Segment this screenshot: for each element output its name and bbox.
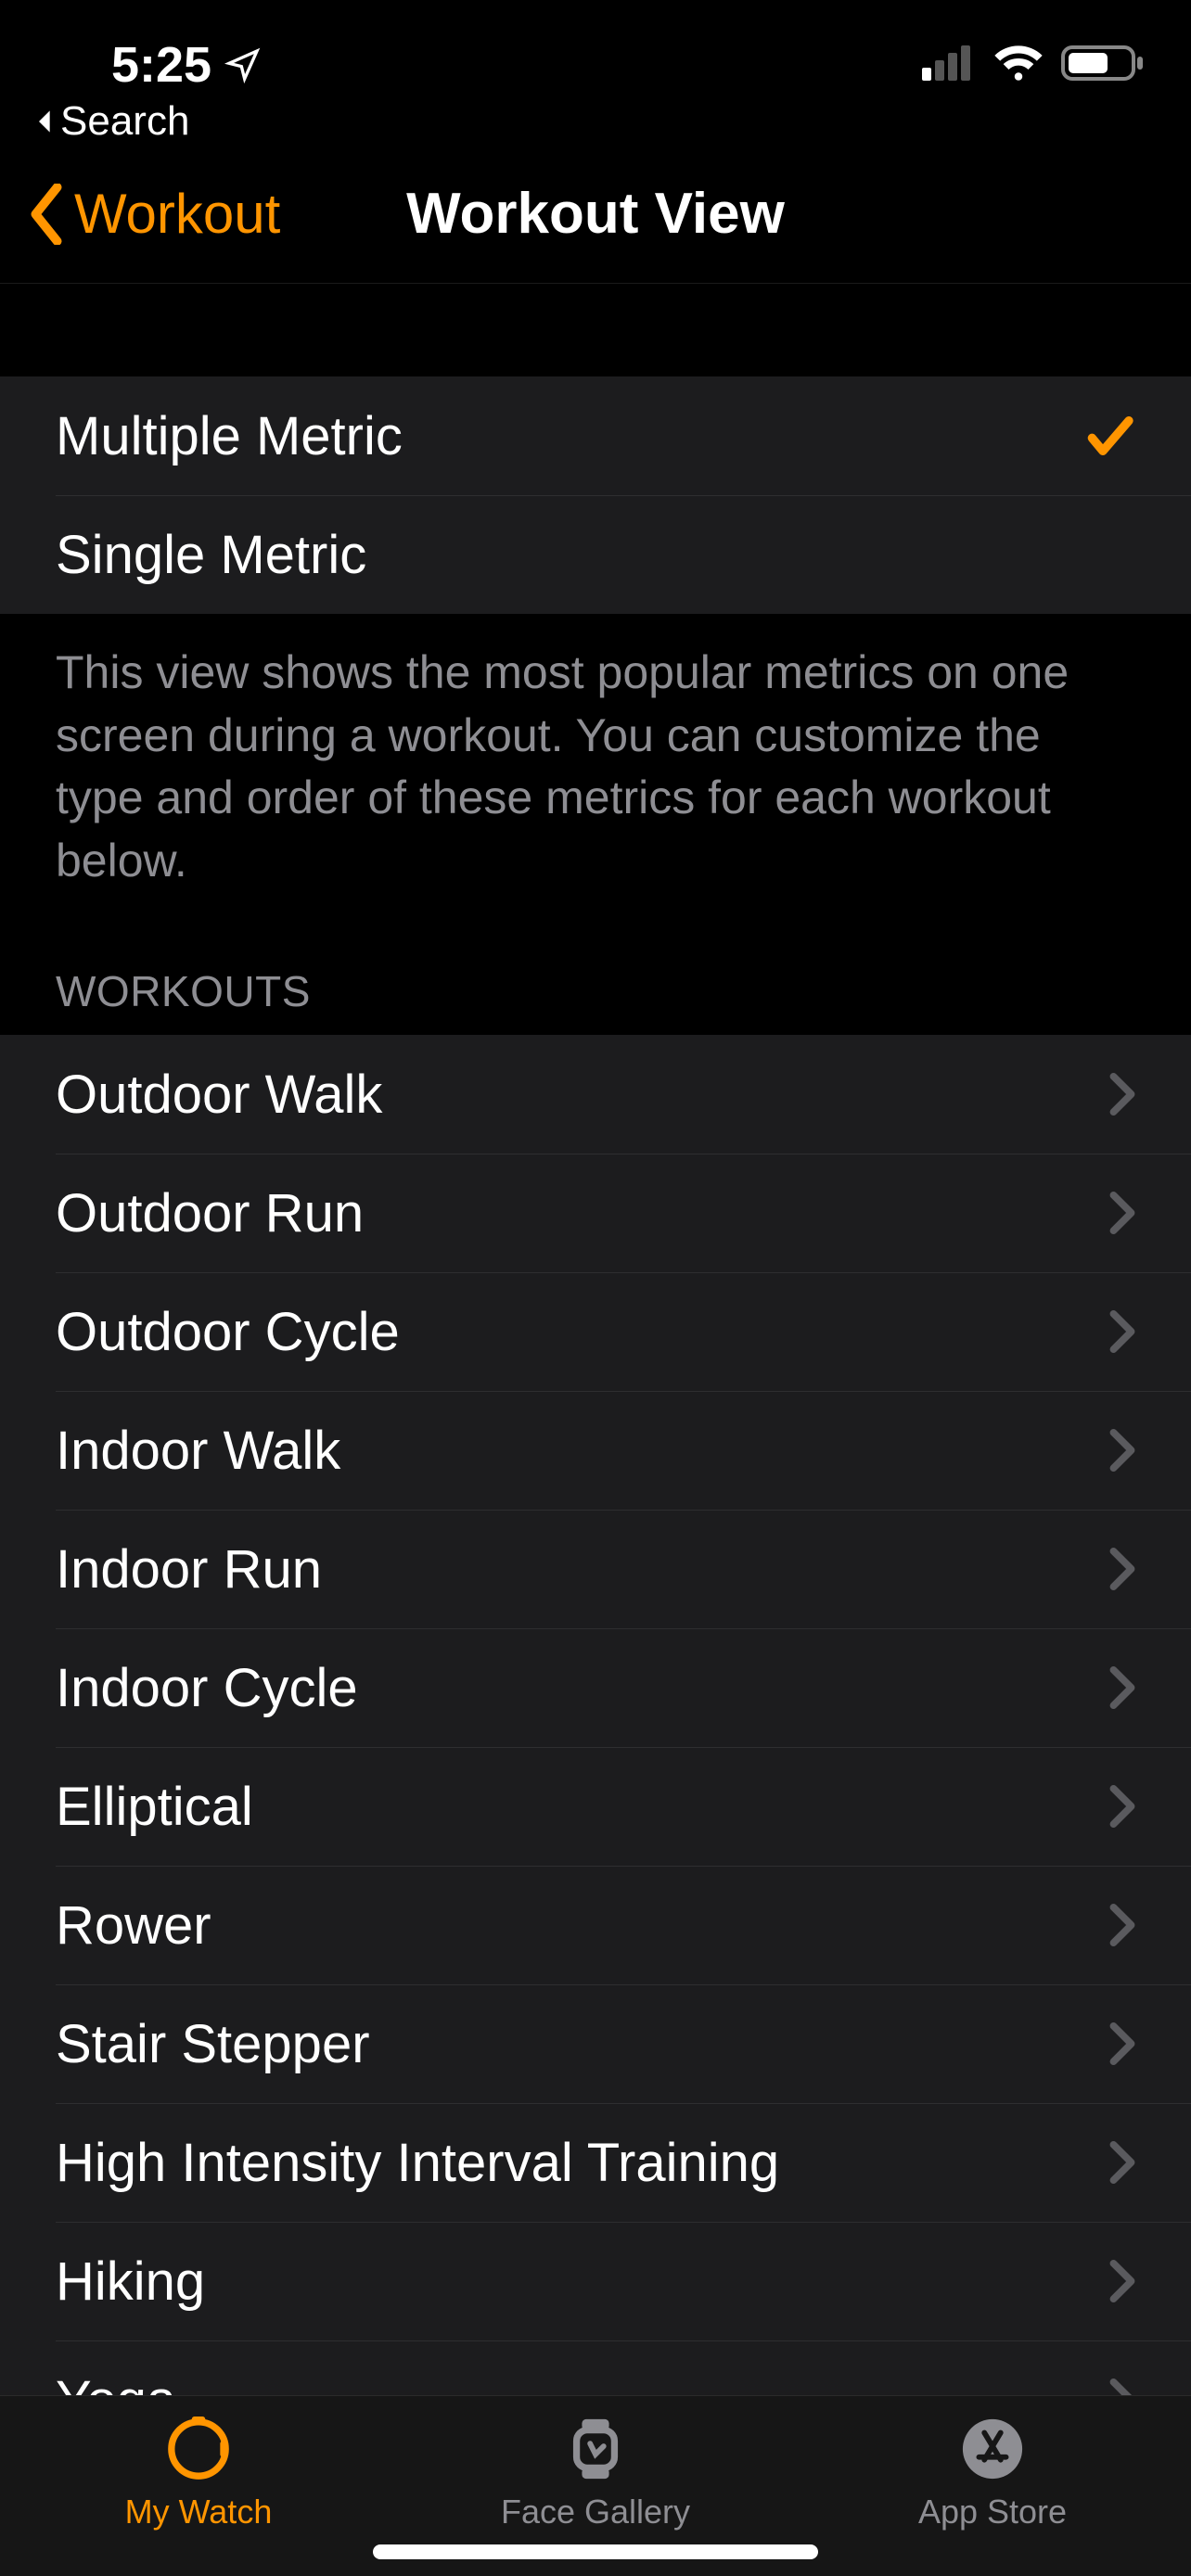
workouts-section-header: WORKOUTS <box>0 892 1191 1035</box>
workout-row-outdoor-walk[interactable]: Outdoor Walk <box>0 1035 1191 1154</box>
chevron-right-icon <box>1109 2022 1135 2065</box>
section-description: This view shows the most popular metrics… <box>0 614 1191 892</box>
status-right <box>922 44 1145 87</box>
workout-label: Outdoor Run <box>56 1182 364 1244</box>
wifi-icon <box>992 44 1044 87</box>
workout-label: Outdoor Cycle <box>56 1301 400 1363</box>
watch-icon <box>166 2417 231 2481</box>
chevron-right-icon <box>1109 1666 1135 1709</box>
chevron-right-icon <box>1109 1310 1135 1353</box>
workout-label: Indoor Cycle <box>56 1657 358 1719</box>
workout-label: Indoor Run <box>56 1538 322 1600</box>
metric-option-label: Single Metric <box>56 524 366 586</box>
workout-row-hiit[interactable]: High Intensity Interval Training <box>0 2103 1191 2222</box>
cellular-icon <box>922 45 976 85</box>
face-gallery-icon <box>563 2417 628 2481</box>
metric-option-multiple[interactable]: Multiple Metric <box>0 376 1191 495</box>
workouts-list: Outdoor Walk Outdoor Run Outdoor Cycle I… <box>0 1035 1191 2459</box>
home-indicator[interactable] <box>373 2544 818 2559</box>
workout-label: Stair Stepper <box>56 2013 370 2075</box>
status-bar: 5:25 <box>0 0 1191 102</box>
metric-option-label: Multiple Metric <box>56 405 403 467</box>
chevron-right-icon <box>1109 1785 1135 1828</box>
battery-icon <box>1061 44 1145 87</box>
metric-option-single[interactable]: Single Metric <box>0 495 1191 614</box>
workout-row-rower[interactable]: Rower <box>0 1866 1191 1984</box>
tab-label: Face Gallery <box>501 2493 690 2531</box>
tab-my-watch[interactable]: My Watch <box>0 2396 397 2576</box>
chevron-right-icon <box>1109 1429 1135 1472</box>
workout-label: Elliptical <box>56 1776 253 1838</box>
app-store-icon <box>960 2417 1025 2481</box>
nav-bar: Workout Workout View <box>0 145 1191 284</box>
workout-label: Hiking <box>56 2251 205 2313</box>
breadcrumb-back-app[interactable]: Search <box>0 98 1191 145</box>
workout-row-elliptical[interactable]: Elliptical <box>0 1747 1191 1866</box>
nav-back-button[interactable]: Workout <box>0 182 280 246</box>
workout-row-stair-stepper[interactable]: Stair Stepper <box>0 1984 1191 2103</box>
location-icon <box>224 46 262 83</box>
workout-row-indoor-walk[interactable]: Indoor Walk <box>0 1391 1191 1510</box>
chevron-right-icon <box>1109 2260 1135 2302</box>
workout-label: High Intensity Interval Training <box>56 2132 779 2194</box>
workout-label: Indoor Walk <box>56 1420 340 1482</box>
workout-row-outdoor-cycle[interactable]: Outdoor Cycle <box>0 1272 1191 1391</box>
tab-label: App Store <box>918 2493 1067 2531</box>
chevron-right-icon <box>1109 1904 1135 1946</box>
workout-label: Rower <box>56 1894 211 1957</box>
tab-app-store[interactable]: App Store <box>794 2396 1191 2576</box>
workout-row-indoor-cycle[interactable]: Indoor Cycle <box>0 1628 1191 1747</box>
status-time: 5:25 <box>111 36 211 94</box>
metric-options-group: Multiple Metric Single Metric <box>0 376 1191 614</box>
workout-row-hiking[interactable]: Hiking <box>0 2222 1191 2340</box>
checkmark-icon <box>1083 410 1135 462</box>
workout-row-indoor-run[interactable]: Indoor Run <box>0 1510 1191 1628</box>
workout-label: Outdoor Walk <box>56 1064 382 1126</box>
chevron-right-icon <box>1109 2141 1135 2184</box>
chevron-right-icon <box>1109 1073 1135 1116</box>
chevron-right-icon <box>1109 1548 1135 1590</box>
nav-back-label: Workout <box>74 182 280 246</box>
breadcrumb-label: Search <box>60 98 189 145</box>
tab-label: My Watch <box>125 2493 273 2531</box>
chevron-right-icon <box>1109 1192 1135 1234</box>
workout-row-outdoor-run[interactable]: Outdoor Run <box>0 1154 1191 1272</box>
